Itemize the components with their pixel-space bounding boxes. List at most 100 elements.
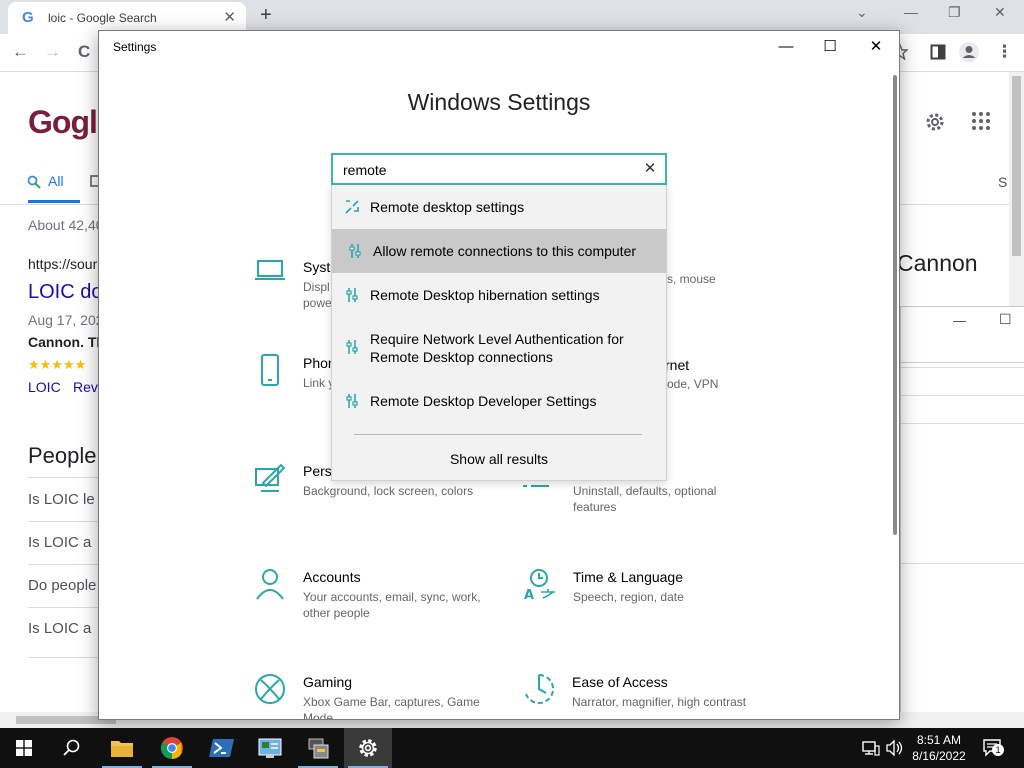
paa-divider [28, 657, 98, 658]
suggestion-item-selected[interactable]: Allow remote connections to this compute… [332, 229, 666, 273]
time-language-icon: A [524, 569, 555, 601]
windows-taskbar: 8:51 AM 8/16/2022 1 [0, 728, 1024, 768]
chrome-menu-icon[interactable]: ⋮ [996, 42, 1013, 62]
chrome-restore-button[interactable]: ❐ [948, 4, 961, 21]
suggestion-item[interactable]: Remote Desktop hibernation settings [332, 273, 666, 317]
google-doodle-logo[interactable]: Gogl [28, 104, 98, 141]
suggestion-label: Require Network Level Authentication for… [370, 331, 624, 365]
taskbar-powershell[interactable] [198, 728, 246, 768]
clock-date: 8/16/2022 [912, 749, 966, 763]
category-network-name[interactable]: rnet [665, 357, 689, 373]
result-url[interactable]: https://sour [28, 256, 97, 272]
search-icon [27, 175, 41, 189]
xbox-icon [255, 674, 285, 704]
start-button[interactable] [0, 728, 48, 768]
suggestion-item[interactable]: Require Network Level Authentication for… [332, 317, 666, 379]
volume-icon[interactable] [886, 740, 904, 756]
paa-question-3[interactable]: Do people [28, 577, 96, 594]
tab-all[interactable]: All [48, 173, 64, 189]
new-tab-button[interactable]: + [260, 4, 272, 27]
control-panel-sliders-icon [346, 340, 358, 354]
search-icon [63, 739, 80, 756]
settings-scrollbar[interactable] [893, 75, 897, 535]
settings-maximize-button[interactable]: ☐ [807, 36, 853, 62]
server-manager-icon [258, 738, 282, 758]
rating-stars: ★★★★★ [28, 357, 87, 372]
google-settings-gear-icon[interactable] [923, 110, 947, 134]
back-button[interactable]: ← [12, 42, 29, 62]
result-title-link[interactable]: LOIC do [28, 281, 102, 304]
action-center-button[interactable]: 1 [982, 738, 1004, 758]
suggestion-label: Allow remote connections to this compute… [373, 243, 637, 259]
taskbar-loic-app[interactable] [294, 728, 342, 768]
taskbar-file-explorer[interactable] [98, 728, 146, 768]
background-window-titlebar: — ☐ [901, 307, 1024, 363]
category-name: Ease of Access [572, 674, 668, 690]
taskbar-settings[interactable] [344, 728, 392, 768]
sitelink-loic[interactable]: LOIC [28, 379, 61, 395]
suggestion-item[interactable]: Remote desktop settings [332, 185, 666, 229]
google-apps-grid-icon[interactable] [971, 111, 991, 131]
gear-icon [359, 739, 377, 757]
category-name: Gaming [303, 674, 353, 690]
scrollbar-thumb[interactable] [1012, 76, 1021, 256]
category-description: Uninstall, defaults, optional features [573, 484, 717, 514]
chrome-close-button[interactable]: ✕ [994, 4, 1006, 21]
forward-button[interactable]: → [44, 42, 61, 62]
control-panel-sliders-icon [346, 288, 358, 302]
windows-logo-icon [16, 740, 32, 756]
taskbar-clock[interactable]: 8:51 AM 8/16/2022 [904, 732, 974, 764]
suggestion-label: Remote desktop settings [370, 199, 525, 215]
taskbar-search-button[interactable] [48, 728, 96, 768]
category-network-description: ode, VPN [667, 377, 719, 391]
category-description: Speech, region, date [573, 590, 684, 604]
settings-search-box[interactable]: ✕ [331, 153, 667, 185]
chrome-tab-title: loic - Google Search [48, 11, 157, 25]
page-title: Windows Settings [407, 89, 591, 115]
sitelink-reviews[interactable]: Rev [73, 379, 98, 395]
paa-question-2[interactable]: Is LOIC a [28, 534, 91, 551]
clear-search-icon[interactable]: ✕ [641, 160, 659, 178]
powershell-icon [209, 739, 234, 757]
result-snippet: Cannon. Th [28, 334, 105, 350]
show-all-results-link[interactable]: Show all results [332, 451, 666, 467]
tools-tab-fragment[interactable]: S [998, 174, 1007, 190]
phone-icon [261, 354, 279, 386]
reload-button[interactable]: C [78, 42, 90, 62]
dropdown-divider [354, 434, 642, 435]
side-panel-icon[interactable] [930, 44, 946, 60]
taskbar-control-panel[interactable] [246, 728, 294, 768]
network-icon[interactable] [862, 740, 880, 756]
suggestion-label: Remote Desktop hibernation settings [370, 287, 600, 303]
google-favicon-icon: G [22, 9, 34, 26]
paa-question-4[interactable]: Is LOIC a [28, 620, 91, 637]
category-name: Time & Language [573, 569, 683, 585]
category-devices-description: s, mouse [667, 272, 716, 286]
chrome-minimize-button[interactable]: — [904, 4, 918, 20]
chrome-logo-icon [161, 737, 183, 759]
divider [901, 395, 1024, 396]
people-also-ask-heading: People [28, 443, 97, 468]
bg-maximize-button[interactable]: ☐ [999, 311, 1012, 328]
category-description: Your accounts, email, sync, work, other … [303, 590, 481, 620]
settings-minimize-button[interactable]: — [763, 36, 809, 62]
person-icon [256, 569, 284, 600]
paa-divider [28, 477, 98, 478]
taskbar-chrome[interactable] [148, 728, 196, 768]
clock-time: 8:51 AM [916, 733, 962, 747]
paa-question-1[interactable]: Is LOIC le [28, 491, 95, 508]
result-date: Aug 17, 202 [28, 312, 104, 328]
bg-minimize-button[interactable]: — [953, 313, 966, 328]
divider [901, 423, 1024, 424]
tab-all-indicator [28, 200, 80, 203]
background-window: — ☐ [900, 306, 1024, 712]
suggestion-item[interactable]: Remote Desktop Developer Settings [332, 379, 666, 423]
tab-search-icon[interactable]: ⌄ [856, 4, 868, 21]
svg-text:A: A [524, 588, 534, 601]
close-tab-icon[interactable]: ✕ [223, 8, 236, 26]
notification-count-badge: 1 [992, 744, 1004, 756]
category-description: Background, lock screen, colors [303, 484, 474, 498]
settings-search-input[interactable] [343, 159, 633, 181]
settings-close-button[interactable]: ✕ [853, 36, 899, 62]
profile-avatar-icon[interactable] [958, 41, 980, 63]
